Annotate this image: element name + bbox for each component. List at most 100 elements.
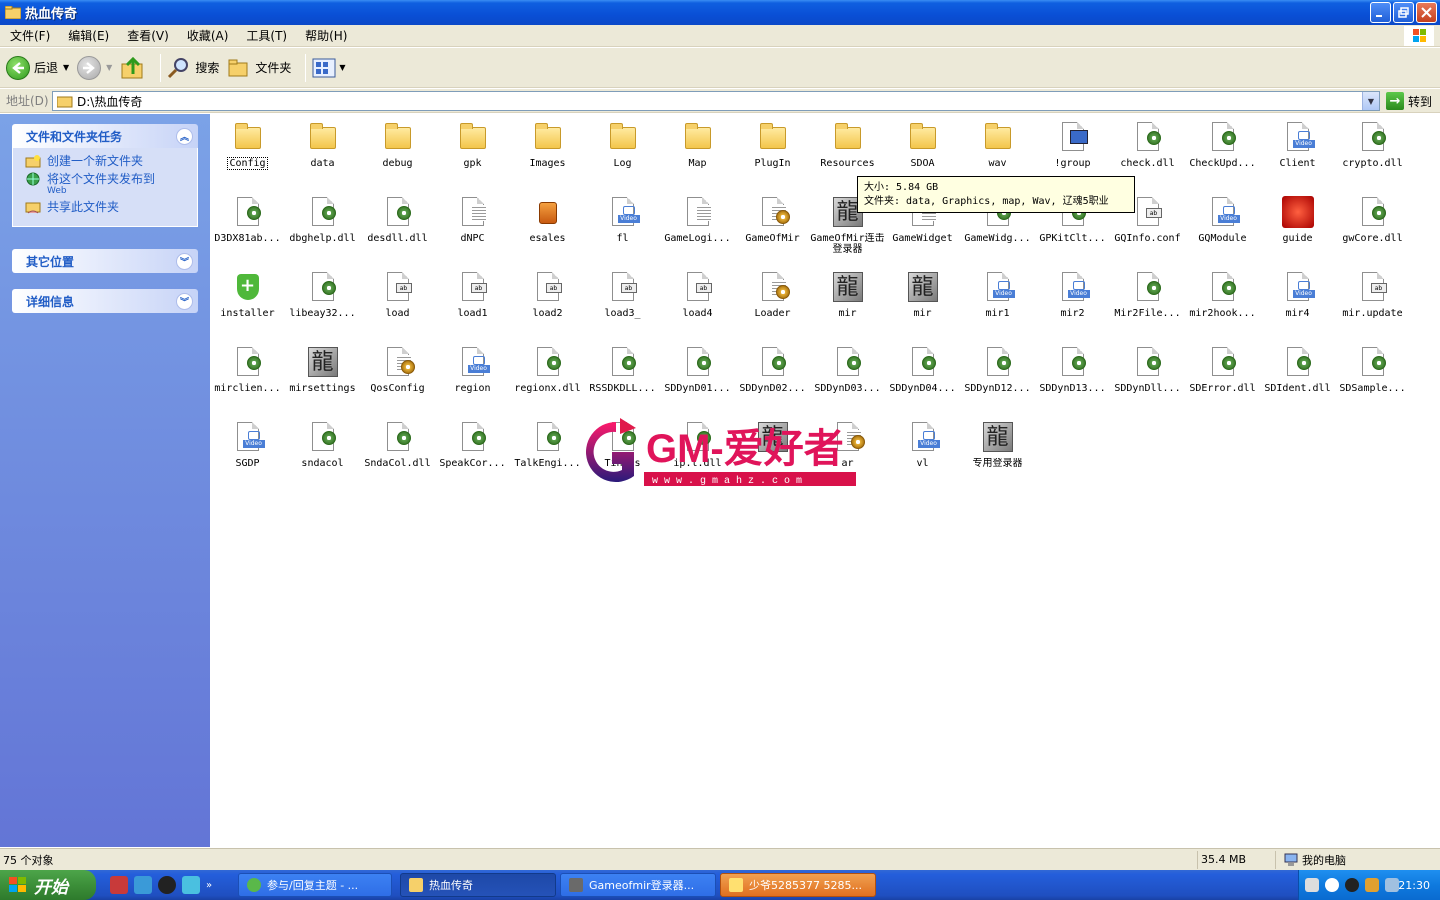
views-button[interactable]: ▼ [312, 57, 346, 79]
go-button[interactable]: → 转到 [1385, 92, 1432, 110]
file-item[interactable]: ab load4 [660, 267, 735, 319]
chevron-down-icon[interactable]: ▼ [63, 63, 69, 72]
menu-help[interactable]: 帮助(H) [299, 27, 353, 44]
file-item[interactable]: SDDynD01... [660, 342, 735, 394]
back-button[interactable]: 后退 ▼ [6, 55, 69, 80]
file-item[interactable]: regionx.dll [510, 342, 585, 394]
file-item[interactable]: data [285, 117, 360, 169]
file-item[interactable]: Video GQModule [1185, 192, 1260, 244]
start-button[interactable]: 开始 [0, 870, 96, 900]
file-item[interactable]: CheckUpd... [1185, 117, 1260, 169]
file-item[interactable]: crypto.dll [1335, 117, 1410, 169]
file-item[interactable]: ab mir.update [1335, 267, 1410, 319]
search-button[interactable]: 搜索 [167, 56, 219, 80]
file-item[interactable]: SDDynD12... [960, 342, 1035, 394]
tray-arrow-icon[interactable] [1325, 878, 1339, 892]
menu-tools[interactable]: 工具(T) [240, 27, 293, 44]
file-item[interactable]: ab load1 [435, 267, 510, 319]
file-item[interactable]: Log [585, 117, 660, 169]
file-item[interactable]: gwCore.dll [1335, 192, 1410, 244]
folders-button[interactable]: 文件夹 [227, 57, 291, 79]
task-share-folder[interactable]: 共享此文件夹 [25, 200, 189, 214]
file-item[interactable]: Video vl [885, 417, 960, 469]
menu-view[interactable]: 查看(V) [121, 27, 175, 44]
task-publish-web[interactable]: 将这个文件夹发布到 Web [25, 172, 189, 196]
keyboard-icon[interactable] [1305, 878, 1319, 892]
file-item[interactable]: Loader [735, 267, 810, 319]
quick-launch-more-icon[interactable]: » [206, 880, 212, 891]
file-item[interactable]: wav [960, 117, 1035, 169]
file-item[interactable]: GameLogi... [660, 192, 735, 244]
expand-icon[interactable]: ︾ [176, 253, 193, 270]
file-item[interactable]: Map [660, 117, 735, 169]
file-item[interactable]: gpk [435, 117, 510, 169]
details-header[interactable]: 详细信息 ︾ [12, 289, 198, 313]
task-new-folder[interactable]: 创建一个新文件夹 [25, 154, 189, 168]
quick-launch-app-icon[interactable] [110, 876, 128, 894]
up-folder-button[interactable] [120, 56, 146, 80]
file-item[interactable]: Video fl [585, 192, 660, 244]
file-item[interactable]: SDDynDll... [1110, 342, 1185, 394]
file-item[interactable]: SDIdent.dll [1260, 342, 1335, 394]
file-item[interactable]: dNPC [435, 192, 510, 244]
file-item[interactable]: SpeakCor... [435, 417, 510, 469]
file-item[interactable]: ab load [360, 267, 435, 319]
forward-button[interactable]: ▼ [77, 55, 112, 80]
other-places-header[interactable]: 其它位置 ︾ [12, 249, 198, 273]
file-item[interactable]: RSSDKDLL... [585, 342, 660, 394]
address-input[interactable]: D:\热血传奇 ▼ [52, 91, 1380, 111]
file-item[interactable]: mir2hook... [1185, 267, 1260, 319]
volume-icon[interactable] [1385, 878, 1399, 892]
menu-edit[interactable]: 编辑(E) [62, 27, 115, 44]
file-item[interactable]: 龍 mirsettings [285, 342, 360, 394]
file-item[interactable]: esales [510, 192, 585, 244]
expand-icon[interactable]: ︾ [176, 293, 193, 310]
quick-launch-ie-icon[interactable] [182, 876, 200, 894]
file-item[interactable]: check.dll [1110, 117, 1185, 169]
file-item[interactable]: desdll.dll [360, 192, 435, 244]
file-item[interactable]: TalkEngi... [510, 417, 585, 469]
file-item[interactable]: Video mir1 [960, 267, 1035, 319]
file-item[interactable]: ab load2 [510, 267, 585, 319]
file-item[interactable]: 龍专用登录器 [960, 417, 1035, 469]
file-item[interactable]: Video Client [1260, 117, 1335, 169]
quick-launch-desktop-icon[interactable] [134, 876, 152, 894]
file-item[interactable]: mirclien... [210, 342, 285, 394]
collapse-icon[interactable]: ︽ [176, 128, 193, 145]
chevron-down-icon[interactable]: ▼ [339, 63, 345, 72]
file-item[interactable]: Video SGDP [210, 417, 285, 469]
file-item[interactable]: Video mir4 [1260, 267, 1335, 319]
file-item[interactable]: GameOfMir [735, 192, 810, 244]
taskbar-button-launcher[interactable]: Gameofmir登录器... [560, 873, 716, 897]
file-item[interactable]: Mir2File... [1110, 267, 1185, 319]
file-item[interactable]: SDDynD13... [1035, 342, 1110, 394]
menu-favorites[interactable]: 收藏(A) [181, 27, 235, 44]
file-item[interactable]: SDOA [885, 117, 960, 169]
file-item[interactable]: Config [210, 117, 285, 172]
file-item[interactable]: 龍 mir [885, 267, 960, 319]
file-item[interactable]: SDSample... [1335, 342, 1410, 394]
taskbar-button-explorer[interactable]: 热血传奇 [400, 873, 556, 897]
file-item[interactable]: !group [1035, 117, 1110, 169]
file-item[interactable]: Images [510, 117, 585, 169]
network-tray-icon[interactable] [1365, 878, 1379, 892]
file-item[interactable]: dbghelp.dll [285, 192, 360, 244]
file-item[interactable]: SDDynD04... [885, 342, 960, 394]
file-item[interactable]: sndacol [285, 417, 360, 469]
taskbar-button-forum[interactable]: 参与/回复主题 - ... [238, 873, 392, 897]
file-item[interactable]: Video mir2 [1035, 267, 1110, 319]
menu-file[interactable]: 文件(F) [4, 27, 56, 44]
file-item[interactable]: PlugIn [735, 117, 810, 169]
minimize-button[interactable] [1370, 2, 1391, 23]
close-button[interactable] [1416, 2, 1437, 23]
qq-icon[interactable] [158, 876, 176, 894]
file-item[interactable]: Resources [810, 117, 885, 169]
qq-tray-icon[interactable] [1345, 878, 1359, 892]
address-dropdown-icon[interactable]: ▼ [1362, 92, 1379, 110]
file-item[interactable]: SDDynD03... [810, 342, 885, 394]
maximize-button[interactable] [1393, 2, 1414, 23]
file-item[interactable]: debug [360, 117, 435, 169]
title-bar[interactable]: 热血传奇 [0, 0, 1440, 25]
taskbar-button-chat[interactable]: 少爷5285377 5285... [720, 873, 876, 897]
file-item[interactable]: ab load3_ [585, 267, 660, 319]
